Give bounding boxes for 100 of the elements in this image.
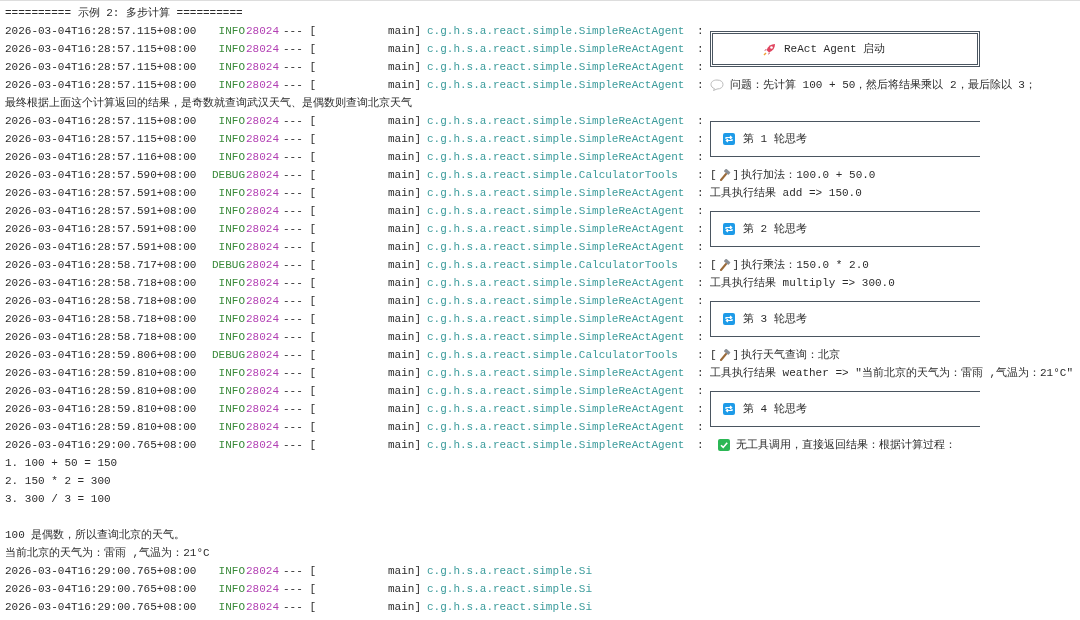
log-text: 100 是偶数，所以查询北京的天气。 (5, 528, 187, 543)
thread-name: main] (387, 330, 421, 345)
process-id: 28024 (245, 348, 280, 363)
log-level: INFO (217, 78, 245, 93)
thread-separator: --- [ (283, 600, 316, 615)
timestamp: 2026-03-04T16:29:00.765+08:00 (5, 600, 198, 615)
logger-name: c.g.h.s.a.react.simple.Si (426, 564, 594, 579)
thread-name: main] (387, 60, 421, 75)
timestamp: 2026-03-04T16:28:59.806+08:00 (5, 348, 198, 363)
rocket-icon (763, 42, 776, 56)
process-id: 28024 (245, 42, 280, 57)
log-level: INFO (217, 276, 245, 291)
thread-separator: --- [ (283, 42, 316, 57)
log-level: INFO (217, 402, 245, 417)
thread-name: main] (387, 366, 421, 381)
thread-separator: --- [ (283, 582, 316, 597)
thread-separator: --- [ (283, 312, 316, 327)
hammer-icon (718, 169, 731, 181)
bracket-text: ] (732, 348, 740, 363)
thread-separator: --- [ (283, 294, 316, 309)
log-text: ========== 示例 2: 多步计算 ========== (5, 6, 244, 21)
logger-name: c.g.h.s.a.react.simple.SimpleReActAgent (426, 114, 686, 129)
thread-name: main] (387, 186, 421, 201)
checkmark-icon (718, 439, 730, 451)
process-id: 28024 (245, 312, 280, 327)
thread-separator: --- [ (283, 168, 316, 183)
repeat-icon (723, 223, 735, 235)
log-text: 3. 300 / 3 = 100 (5, 492, 112, 507)
thread-separator: --- [ (283, 438, 316, 453)
log-level: INFO (217, 24, 245, 39)
colon-separator: : (697, 60, 705, 75)
colon-separator: : (697, 42, 705, 57)
bracket-text: ] (732, 258, 740, 273)
process-id: 28024 (245, 132, 280, 147)
process-id: 28024 (245, 330, 280, 345)
colon-separator: : (697, 294, 705, 309)
log-level: INFO (217, 222, 245, 237)
colon-separator: : (697, 150, 705, 165)
process-id: 28024 (245, 258, 280, 273)
thread-name: main] (387, 582, 421, 597)
colon-separator: : (697, 240, 705, 255)
log-text: 最终根据上面这个计算返回的结果，是奇数就查询武汉天气、是偶数则查询北京天气 (5, 96, 413, 111)
log-level: INFO (217, 294, 245, 309)
log-level: INFO (217, 240, 245, 255)
thread-separator: --- [ (283, 78, 316, 93)
thread-separator: --- [ (283, 366, 316, 381)
message-text: 执行加法：100.0 + 50.0 (741, 168, 876, 183)
logger-name: c.g.h.s.a.react.simple.CalculatorTools (426, 348, 679, 363)
log-level: DEBUG (211, 168, 245, 183)
process-id: 28024 (245, 60, 280, 75)
logger-name: c.g.h.s.a.react.simple.SimpleReActAgent (426, 276, 686, 291)
thread-separator: --- [ (283, 186, 316, 201)
process-id: 28024 (245, 600, 280, 615)
log-level: INFO (217, 564, 245, 579)
process-id: 28024 (245, 204, 280, 219)
thread-name: main] (387, 348, 421, 363)
thread-name: main] (387, 420, 421, 435)
timestamp: 2026-03-04T16:28:57.591+08:00 (5, 204, 198, 219)
logger-name: c.g.h.s.a.react.simple.CalculatorTools (426, 258, 679, 273)
thread-name: main] (387, 168, 421, 183)
colon-separator: : (697, 276, 705, 291)
colon-separator: : (697, 258, 705, 273)
thread-separator: --- [ (283, 420, 316, 435)
colon-separator: : (697, 168, 705, 183)
process-id: 28024 (245, 582, 280, 597)
thread-name: main] (387, 150, 421, 165)
timestamp: 2026-03-04T16:28:59.810+08:00 (5, 420, 198, 435)
process-id: 28024 (245, 78, 280, 93)
log-level: INFO (217, 42, 245, 57)
colon-separator: : (697, 114, 705, 129)
process-id: 28024 (245, 240, 280, 255)
process-id: 28024 (245, 366, 280, 381)
timestamp: 2026-03-04T16:28:57.115+08:00 (5, 42, 198, 57)
log-level: INFO (217, 312, 245, 327)
logger-name: c.g.h.s.a.react.simple.SimpleReActAgent (426, 366, 686, 381)
thread-name: main] (387, 222, 421, 237)
bracket-text: [ (710, 168, 717, 183)
thread-separator: --- [ (283, 402, 316, 417)
message-text: 执行乘法：150.0 * 2.0 (741, 258, 869, 273)
log-level: INFO (217, 330, 245, 345)
round-title: 第 1 轮思考 (743, 132, 807, 147)
timestamp: 2026-03-04T16:28:59.810+08:00 (5, 384, 198, 399)
logger-name: c.g.h.s.a.react.simple.SimpleReActAgent (426, 240, 686, 255)
colon-separator: : (697, 420, 705, 435)
thread-name: main] (387, 276, 421, 291)
log-level: DEBUG (211, 348, 245, 363)
thread-name: main] (387, 24, 421, 39)
thread-name: main] (387, 204, 421, 219)
bracket-text: [ (710, 258, 717, 273)
colon-separator: : (697, 312, 705, 327)
thread-separator: --- [ (283, 60, 316, 75)
logger-name: c.g.h.s.a.react.simple.SimpleReActAgent (426, 186, 686, 201)
process-id: 28024 (245, 222, 280, 237)
timestamp: 2026-03-04T16:29:00.765+08:00 (5, 582, 198, 597)
timestamp: 2026-03-04T16:28:58.718+08:00 (5, 330, 198, 345)
thread-separator: --- [ (283, 132, 316, 147)
logger-name: c.g.h.s.a.react.simple.SimpleReActAgent (426, 402, 686, 417)
thread-name: main] (387, 402, 421, 417)
timestamp: 2026-03-04T16:28:58.718+08:00 (5, 312, 198, 327)
timestamp: 2026-03-04T16:28:57.115+08:00 (5, 78, 198, 93)
